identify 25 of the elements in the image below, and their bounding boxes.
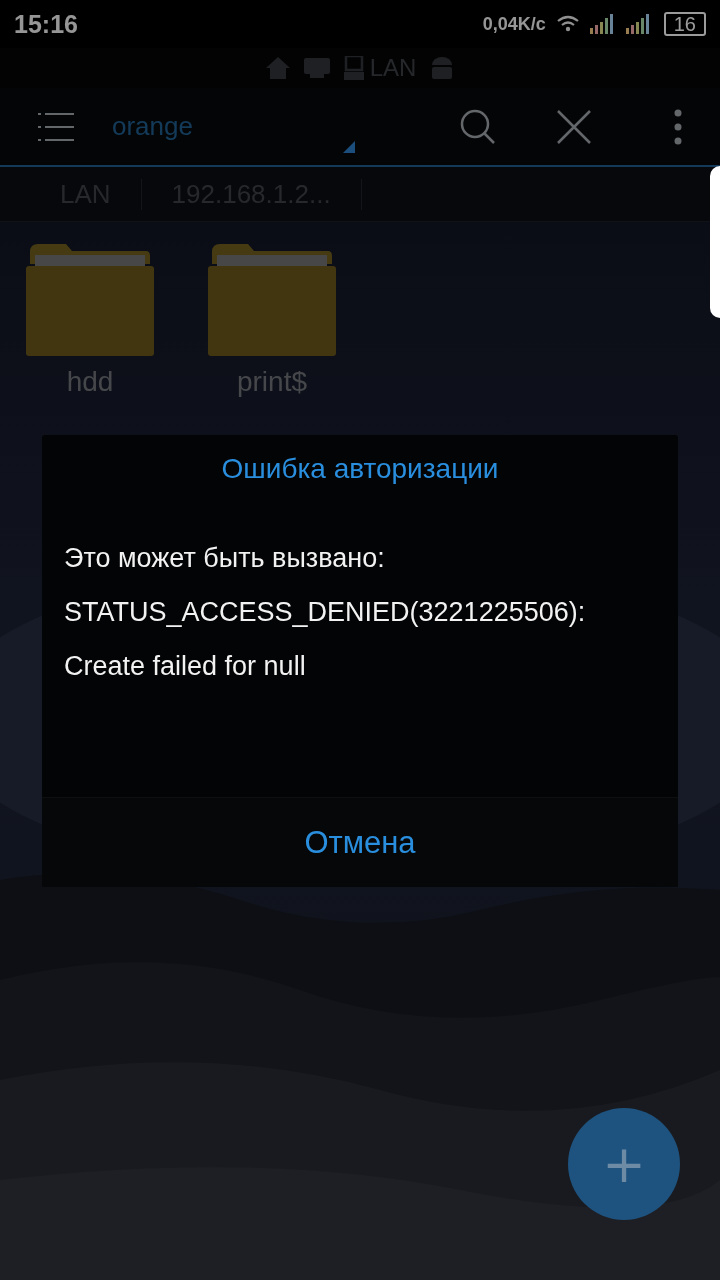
signal-icon <box>589 14 616 34</box>
window-title[interactable]: orange <box>112 111 193 142</box>
status-time: 15:16 <box>14 9 78 39</box>
drive-icon <box>303 58 330 78</box>
battery-level: 16 <box>663 12 706 36</box>
dialog-message: STATUS_ACCESS_DENIED(3221225506): <box>64 596 587 629</box>
menu-icon[interactable] <box>38 112 74 141</box>
close-icon[interactable] <box>556 108 592 145</box>
signal-icon <box>625 14 652 34</box>
dropdown-corner-icon[interactable] <box>342 140 355 153</box>
network-speed: 0,04K/с <box>482 13 546 35</box>
computer-icon <box>343 56 364 80</box>
dialog-message: Это может быть вызвано: <box>64 542 386 575</box>
search-icon[interactable] <box>460 108 496 145</box>
dialog-title: Ошибка авторизации <box>220 452 500 486</box>
cancel-button[interactable]: Отмена <box>42 797 678 887</box>
folder-name: print$ <box>236 366 307 398</box>
android-icon <box>430 57 455 79</box>
folder-name: hdd <box>66 366 114 398</box>
folder-icon <box>26 242 154 356</box>
home-icon <box>265 57 290 79</box>
dialog-message: Create failed for null <box>64 650 307 683</box>
wifi-icon <box>555 15 580 33</box>
folder-icon <box>208 242 336 356</box>
more-icon[interactable] <box>674 108 682 145</box>
